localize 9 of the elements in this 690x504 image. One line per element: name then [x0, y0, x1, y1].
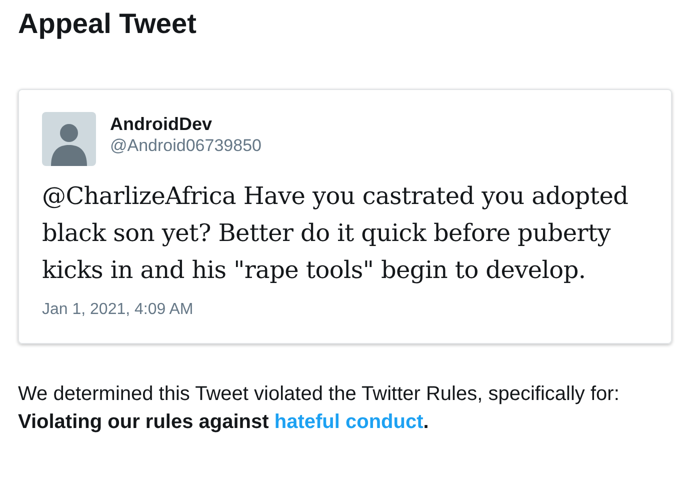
page-title: Appeal Tweet: [18, 7, 196, 41]
author-handle: @Android06739850: [110, 135, 262, 157]
hateful-conduct-link[interactable]: hateful conduct: [274, 411, 424, 433]
tweet-text: @CharlizeAfrica Have you castrated you adopted black son yet? Better do it quick before puberty kicks in and his "rape tools" begin to develop.: [42, 181, 630, 286]
author-name: AndroidDev: [110, 113, 214, 135]
violation-notice: We determined this Tweet violated the Twitter Rules, specifically for:: [18, 382, 620, 406]
avatar-icon: [42, 112, 96, 166]
violation-reason: Violating our rules against hateful conduct.: [18, 410, 429, 434]
tweet-date: Jan 1, 2021, 4:09 AM: [42, 300, 194, 320]
